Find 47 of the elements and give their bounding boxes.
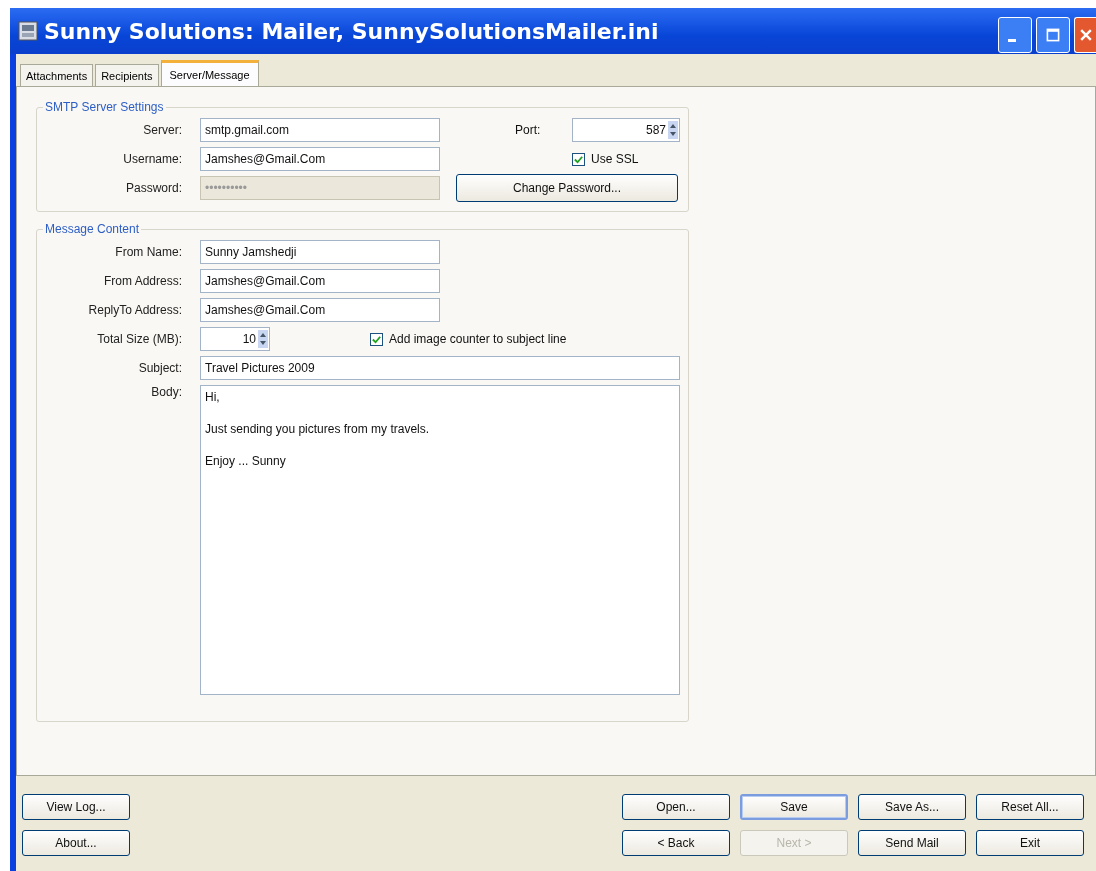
username-field[interactable]: Jamshes@Gmail.Com (200, 147, 440, 171)
group-title: Message Content (44, 222, 141, 236)
field-label: Subject: (137, 361, 182, 375)
field-label: Username: (122, 152, 182, 166)
close-button[interactable] (1074, 17, 1096, 53)
button[interactable]: Reset All... (976, 794, 1084, 820)
button[interactable]: Save (740, 794, 848, 820)
tab[interactable]: Recipients (95, 64, 159, 86)
field-label: From Name: (114, 245, 182, 259)
text-field[interactable]: Jamshes@Gmail.Com (200, 298, 440, 322)
minimize-icon (1008, 38, 1016, 42)
port-spinner[interactable]: 587 (572, 118, 680, 142)
field-label: From Address: (102, 274, 182, 288)
size-spinner[interactable]: 10 (200, 327, 270, 351)
minimize-button[interactable] (998, 17, 1032, 53)
field-label: Total Size (MB): (96, 332, 182, 346)
checkbox[interactable] (572, 152, 585, 166)
app-icon (18, 21, 38, 41)
checkbox[interactable] (370, 332, 383, 346)
body-field[interactable]: Hi, Just sending you pictures from my travels. Enjoy ... Sunny (200, 385, 680, 695)
server-field[interactable]: smtp.gmail.com (200, 118, 440, 142)
field-label: ReplyTo Address: (87, 303, 182, 317)
field-label: Body: (150, 385, 182, 399)
button[interactable]: Open... (622, 794, 730, 820)
button[interactable]: View Log... (22, 794, 130, 820)
window-title: Sunny Solutions: Mailer, SunnySolutionsMailer.ini (44, 18, 660, 44)
button[interactable]: Save As... (858, 794, 966, 820)
button[interactable]: About... (22, 830, 130, 856)
text-field[interactable]: Jamshes@Gmail.Com (200, 269, 440, 293)
button[interactable]: < Back (622, 830, 730, 856)
checkbox-label: Add image counter to subject line (389, 332, 567, 346)
tab[interactable]: Server/Message (160, 60, 259, 86)
spin-arrows-icon[interactable] (668, 121, 678, 139)
tab[interactable]: Attachments (20, 64, 94, 86)
field-label: Server: (142, 123, 182, 137)
subject-field[interactable]: Travel Pictures 2009 (200, 356, 680, 380)
button[interactable]: Exit (976, 830, 1084, 856)
field-label: Password: (124, 181, 182, 195)
change-password-button[interactable]: Change Password... (456, 174, 678, 202)
button[interactable]: Send Mail (858, 830, 966, 856)
group-title: SMTP Server Settings (44, 100, 165, 114)
text-field[interactable]: Sunny Jamshedji (200, 240, 440, 264)
maximize-button[interactable] (1036, 17, 1070, 53)
maximize-icon (1045, 27, 1061, 43)
spin-arrows-icon[interactable] (258, 330, 268, 348)
checkbox-label: Use SSL (591, 152, 639, 166)
field-label: Port: (515, 123, 542, 137)
